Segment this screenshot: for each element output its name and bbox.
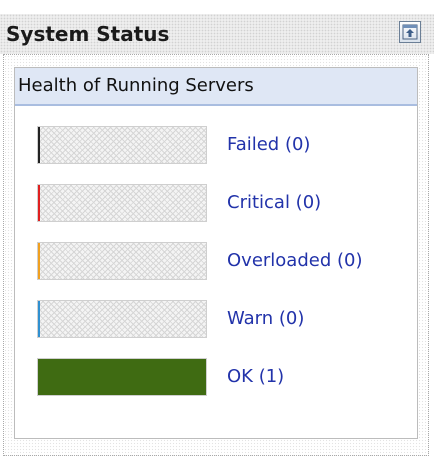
health-row-ok: OK (1) [15, 358, 417, 398]
ok-link[interactable]: OK (1) [227, 366, 284, 388]
failed-health-marker [38, 127, 40, 163]
health-row-warn: Warn (0) [15, 300, 417, 340]
ok-health-bar [37, 358, 207, 396]
health-row-critical: Critical (0) [15, 184, 417, 224]
portlet-body: Health of Running Servers Failed (0) Cri… [3, 54, 429, 456]
failed-health-bar [37, 126, 207, 164]
overloaded-link[interactable]: Overloaded (0) [227, 250, 362, 272]
portlet-header: System Status [0, 14, 434, 54]
maximize-icon [402, 24, 418, 40]
overloaded-health-bar [37, 242, 207, 280]
health-panel: Health of Running Servers Failed (0) Cri… [14, 67, 418, 439]
warn-link[interactable]: Warn (0) [227, 308, 304, 330]
health-section-title: Health of Running Servers [18, 75, 254, 96]
system-status-portlet: System Status Health of Running Servers … [0, 0, 434, 461]
failed-link[interactable]: Failed (0) [227, 134, 310, 156]
health-section-header: Health of Running Servers [15, 68, 417, 106]
critical-health-marker [38, 185, 40, 221]
warn-health-marker [38, 301, 40, 337]
health-row-failed: Failed (0) [15, 126, 417, 166]
critical-link[interactable]: Critical (0) [227, 192, 321, 214]
ok-health-fill [38, 359, 206, 395]
maximize-button[interactable] [399, 21, 421, 43]
overloaded-health-marker [38, 243, 40, 279]
portlet-title: System Status [6, 22, 170, 46]
health-row-overloaded: Overloaded (0) [15, 242, 417, 282]
critical-health-bar [37, 184, 207, 222]
warn-health-bar [37, 300, 207, 338]
